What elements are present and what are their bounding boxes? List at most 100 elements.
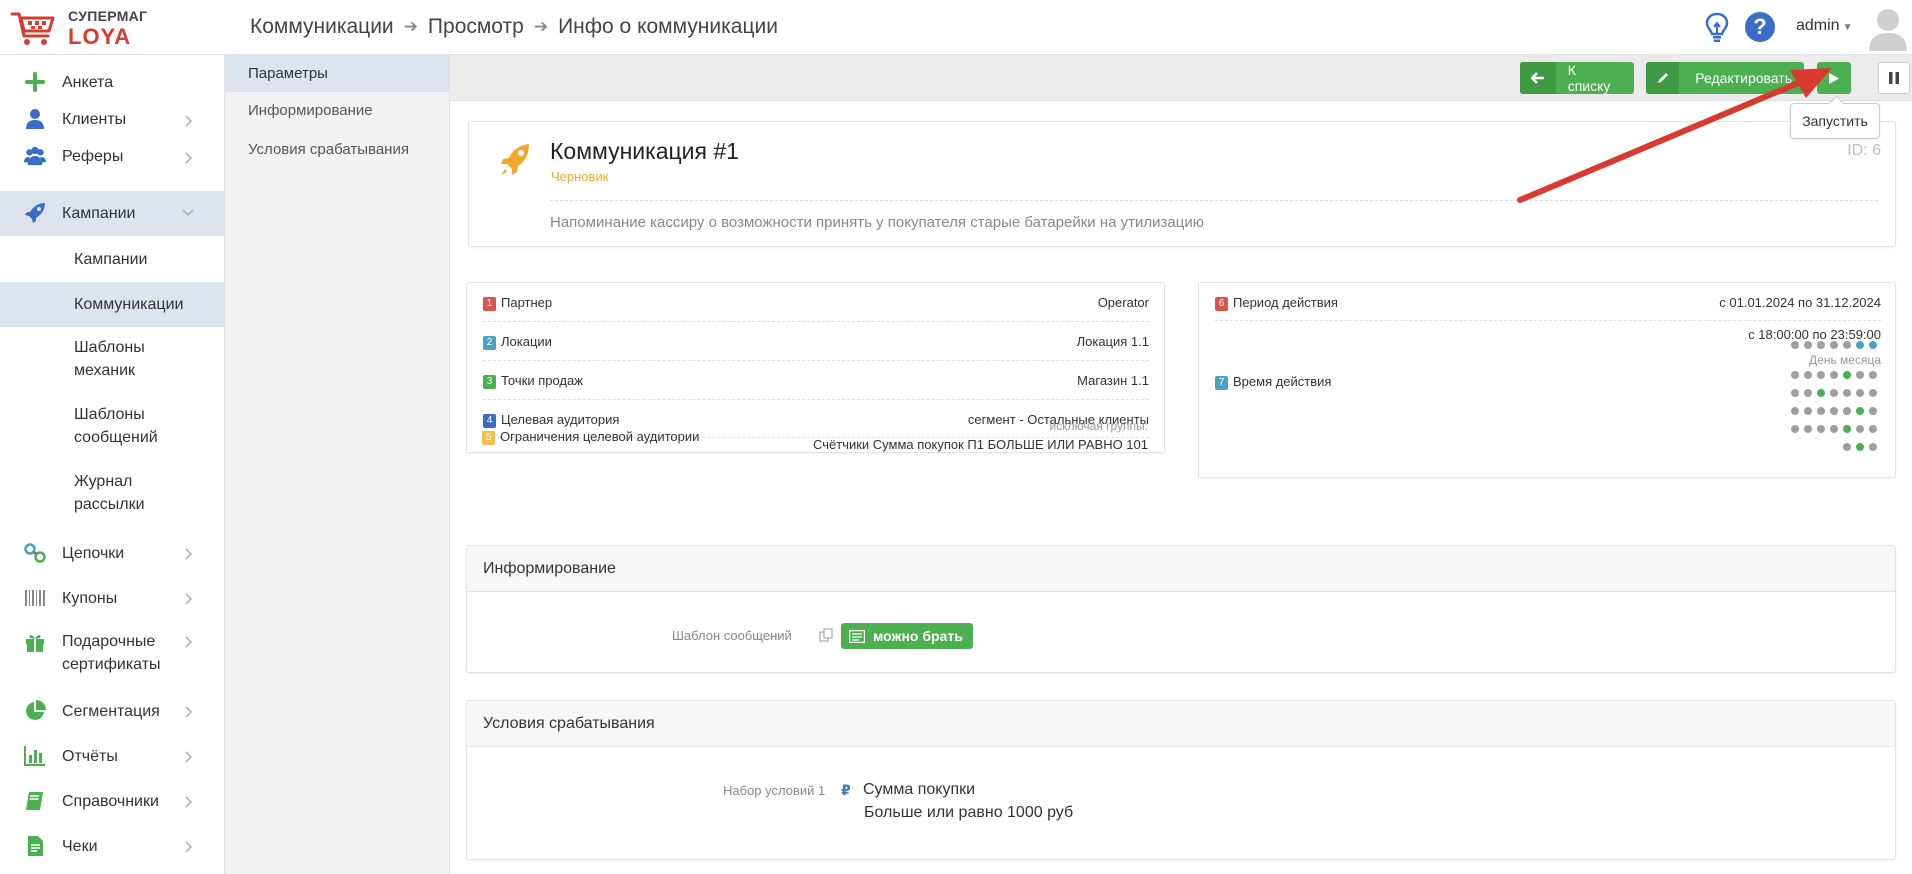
- section-title: Информирование: [467, 546, 1895, 592]
- sidebar-item-coupons[interactable]: Купоны: [0, 576, 224, 621]
- sidebar-item-campaigns-sub[interactable]: Кампании: [0, 237, 224, 282]
- pencil-icon: [1646, 62, 1680, 94]
- sidebar-item-questionnaire[interactable]: Анкета: [0, 64, 224, 100]
- section-nav-parameters[interactable]: Параметры: [225, 55, 449, 92]
- sidebar-item-clients[interactable]: Клиенты: [0, 101, 224, 137]
- param-label: Точки продаж: [501, 373, 583, 388]
- weekday-dot: [1791, 341, 1799, 349]
- sidebar-item-label: Клиенты: [62, 111, 127, 128]
- caret-down-icon: ▼: [1842, 22, 1853, 33]
- param-value: Магазин 1.1: [1077, 373, 1149, 388]
- month-day-dot: [1830, 425, 1838, 433]
- param-label: Локации: [501, 334, 552, 349]
- main-content: К списку Редактировать Запустить Коммуни…: [450, 55, 1912, 874]
- sidebar-item-label: Кампании: [62, 205, 136, 222]
- bar-chart-icon: [24, 746, 45, 766]
- period-card: 6 Период действия с 01.01.2024 по 31.12.2…: [1198, 282, 1896, 478]
- back-to-list-button[interactable]: К списку: [1520, 62, 1634, 94]
- sidebar-item-label: Шаблоны механик: [74, 339, 145, 379]
- chevron-right-icon: [185, 152, 192, 164]
- sidebar-item-referrers[interactable]: Реферы: [0, 138, 224, 174]
- rocket-icon: [25, 203, 45, 223]
- breadcrumb: Коммуникации ➔ Просмотр ➔ Инфо о коммуни…: [250, 15, 778, 39]
- logo-line2: LOYA: [68, 23, 132, 49]
- month-day-dot: [1843, 371, 1851, 379]
- edit-button[interactable]: Редактировать: [1646, 62, 1804, 94]
- user-name: admin: [1796, 17, 1840, 34]
- divider: [550, 200, 1878, 201]
- month-day-dot: [1843, 407, 1851, 415]
- section-nav-trigger-conditions[interactable]: Условия срабатывания: [225, 131, 449, 168]
- sidebar-item-mailing-log[interactable]: Журнал рассылки: [0, 461, 224, 528]
- step-number: 3: [483, 374, 496, 389]
- breadcrumb-view[interactable]: Просмотр: [428, 15, 524, 39]
- param-value: Счётчики Сумма покупок П1 БОЛЬШЕ ИЛИ РАВ…: [813, 437, 1148, 452]
- communication-title: Коммуникация #1: [550, 138, 739, 164]
- step-number: 5: [482, 430, 495, 445]
- month-day-dot: [1869, 371, 1877, 379]
- message-template-link[interactable]: можно брать: [841, 623, 973, 649]
- avatar[interactable]: [1866, 5, 1910, 51]
- sidebar-item-message-templates[interactable]: Шаблоны сообщений: [0, 394, 224, 461]
- sidebar-item-chains[interactable]: Цепочки: [0, 531, 224, 576]
- month-day-dot: [1856, 371, 1864, 379]
- breadcrumb-communications[interactable]: Коммуникации: [250, 15, 394, 39]
- pause-button[interactable]: [1878, 62, 1910, 94]
- chevron-right-icon: [185, 548, 192, 560]
- sidebar-item-gift-certificates[interactable]: Подарочные сертификаты: [0, 621, 224, 689]
- sidebar-item-receipts[interactable]: Чеки: [0, 824, 224, 869]
- param-label: Время действия: [1233, 374, 1332, 389]
- user-menu[interactable]: admin ▼: [1796, 17, 1852, 35]
- step-number: 1: [483, 296, 496, 311]
- step-number: 7: [1215, 375, 1228, 390]
- sidebar-item-reports[interactable]: Отчёты: [0, 734, 224, 779]
- month-day-dot: [1791, 407, 1799, 415]
- chevron-down-icon: [182, 209, 194, 216]
- sidebar-item-segmentation[interactable]: Сегментация: [0, 689, 224, 734]
- logo[interactable]: СУПЕРМАГ LOYA: [10, 6, 220, 50]
- chevron-right-icon: [185, 115, 192, 127]
- section-nav-informing[interactable]: Информирование: [225, 92, 449, 129]
- sidebar: Анкета Клиенты Реферы Кампании Кампании …: [0, 55, 225, 874]
- sidebar-item-communications[interactable]: Коммуникации: [0, 282, 224, 327]
- communication-description: Напоминание кассиру о возможности принят…: [550, 214, 1204, 231]
- section-title: Условия срабатывания: [467, 701, 1895, 747]
- chevron-right-icon: [185, 593, 192, 605]
- copy-icon[interactable]: [819, 628, 833, 642]
- sidebar-item-label: Цепочки: [62, 545, 125, 562]
- arrow-right-icon: ➔: [403, 17, 418, 36]
- weekday-dots: [1791, 341, 1881, 353]
- help-icon[interactable]: ?: [1745, 12, 1775, 42]
- users-icon: [24, 146, 46, 166]
- top-bar: СУПЕРМАГ LOYA Коммуникации ➔ Просмотр ➔ …: [0, 0, 1912, 55]
- sidebar-item-campaigns[interactable]: Кампании: [0, 191, 224, 236]
- param-row-locations: 2 Локации Локация 1.1: [483, 322, 1149, 361]
- month-day-dot: [1804, 389, 1812, 397]
- link-icon: [24, 543, 46, 563]
- conditions-section: Условия срабатывания Набор условий 1 ₽ С…: [466, 700, 1896, 860]
- message-icon: [849, 629, 865, 643]
- plus-icon: [25, 72, 45, 92]
- month-day-dot: [1856, 389, 1864, 397]
- month-day-dot: [1804, 425, 1812, 433]
- weekday-dot: [1804, 341, 1812, 349]
- toolbar: К списку Редактировать: [450, 55, 1912, 101]
- month-day-label: День месяца: [1809, 353, 1881, 367]
- month-day-dot: [1869, 407, 1877, 415]
- month-day-dot: [1869, 443, 1877, 451]
- cart-logo-icon: [10, 12, 55, 45]
- condition-set-label: Набор условий 1: [723, 783, 826, 798]
- sidebar-item-directories[interactable]: Справочники: [0, 779, 224, 824]
- sidebar-item-mechanics-templates[interactable]: Шаблоны механик: [0, 327, 224, 394]
- communication-id: ID: 6: [1847, 142, 1881, 159]
- lightbulb-icon[interactable]: [1702, 11, 1732, 43]
- start-tooltip: Запустить: [1790, 103, 1880, 139]
- sidebar-item-label: Кампании: [74, 251, 148, 268]
- start-button[interactable]: [1817, 62, 1851, 94]
- month-day-dot: [1817, 371, 1825, 379]
- sidebar-item-label: Шаблоны сообщений: [74, 406, 158, 446]
- weekday-dot: [1869, 341, 1877, 349]
- month-day-dot: [1843, 443, 1851, 451]
- month-day-dot: [1791, 425, 1799, 433]
- arrow-left-icon: [1520, 62, 1556, 94]
